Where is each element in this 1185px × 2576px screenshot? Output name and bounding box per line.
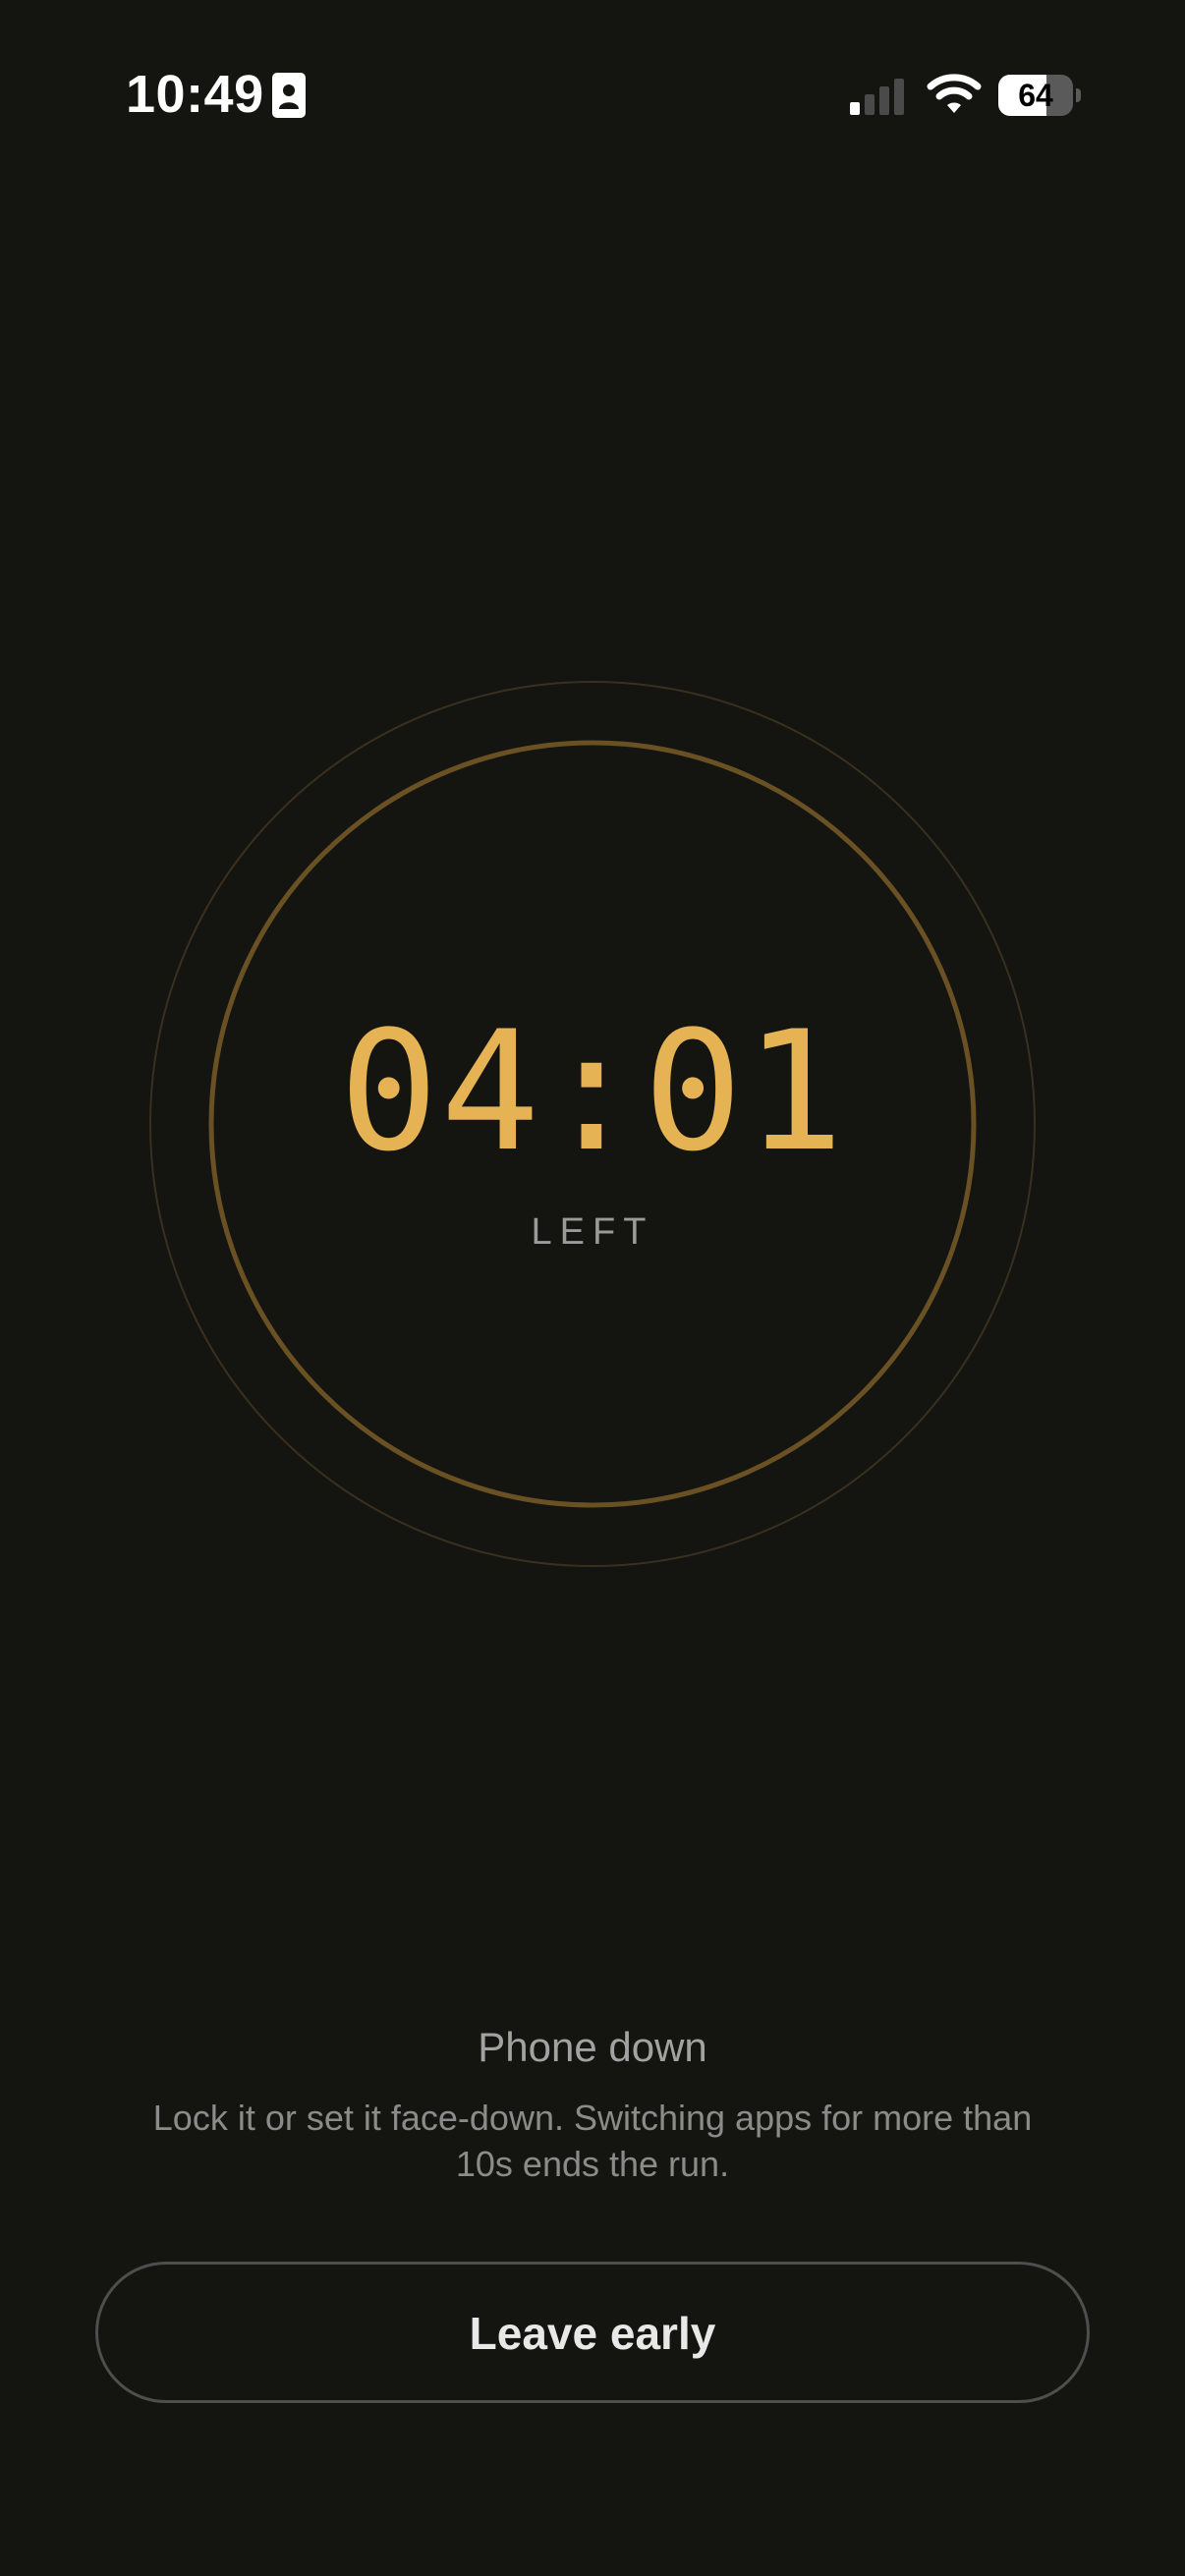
battery-cap bbox=[1076, 88, 1081, 102]
contact-card-icon bbox=[272, 73, 306, 118]
leave-early-button[interactable]: Leave early bbox=[95, 2262, 1090, 2403]
status-bar: 10:49 64 bbox=[0, 0, 1185, 187]
timer-countdown: 04:01 bbox=[339, 995, 846, 1188]
battery-level: 64 bbox=[1018, 78, 1053, 113]
timer-rings bbox=[149, 681, 1036, 1567]
status-time: 10:49 bbox=[126, 65, 264, 124]
battery-icon: 64 bbox=[998, 75, 1081, 116]
battery-body: 64 bbox=[998, 75, 1073, 116]
timer-caption: LEFT bbox=[531, 1211, 654, 1253]
hint-title: Phone down bbox=[478, 2024, 707, 2070]
wifi-icon bbox=[927, 74, 982, 113]
cellular-signal-icon bbox=[850, 79, 904, 115]
hint-body: Lock it or set it face-down. Switching a… bbox=[152, 2098, 1033, 2184]
